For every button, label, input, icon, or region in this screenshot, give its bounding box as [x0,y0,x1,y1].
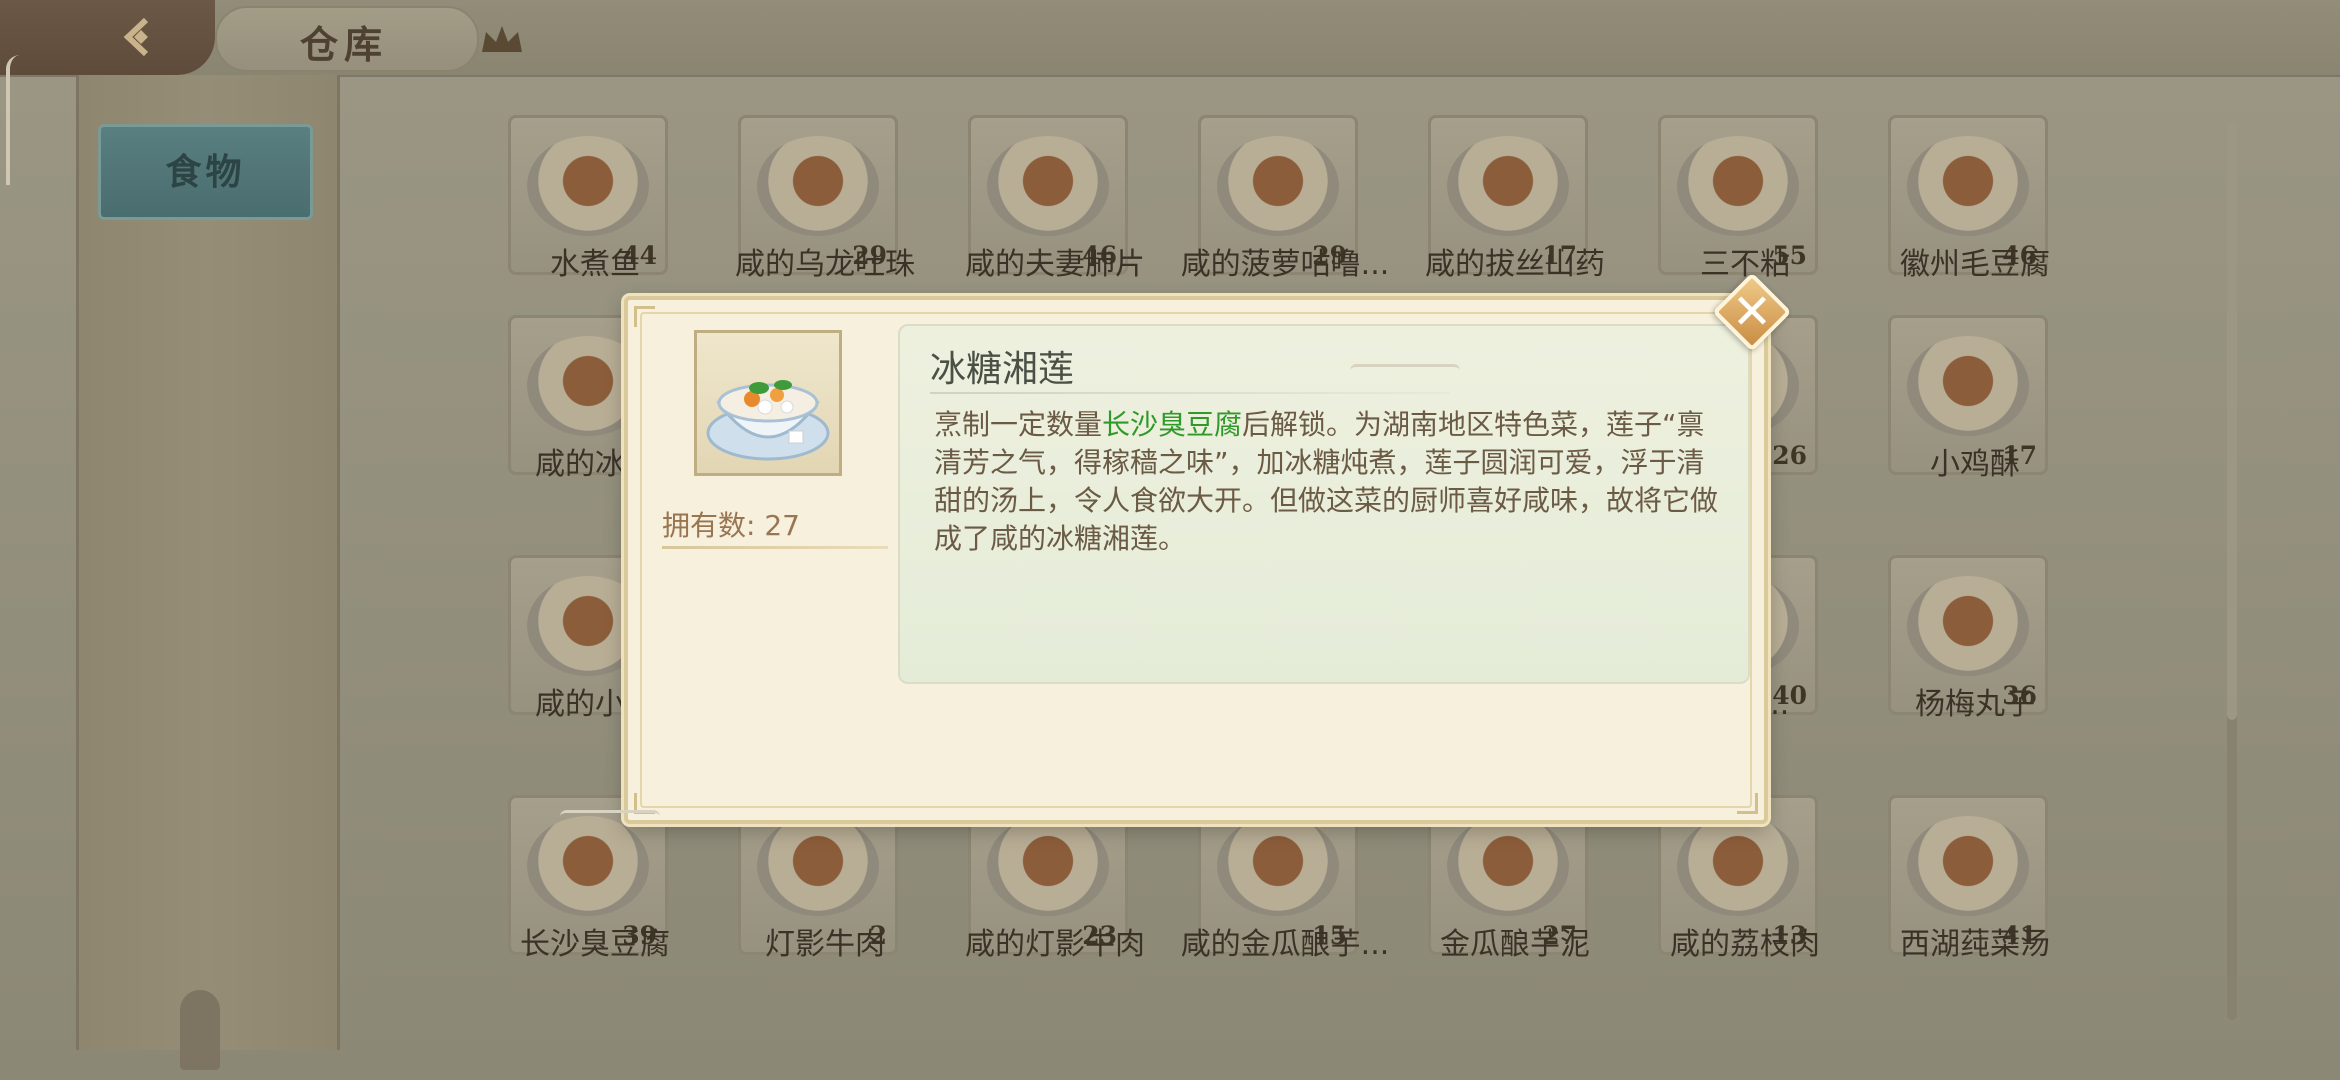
inventory-item[interactable]: 29 咸的菠萝咕噜... [1180,115,1390,305]
dish-image [1217,816,1339,916]
owned-count: 拥有数: 27 [662,504,800,544]
item-name: 咸的金瓜酿芋... [1180,927,1390,962]
item-name: 小鸡酥 [1930,447,2020,482]
dish-image [694,330,842,476]
dish-image [1447,136,1569,236]
category-sidebar [76,75,340,1050]
corner-ornament [634,306,655,327]
divider [662,546,888,549]
close-icon[interactable]: ✕ [1712,272,1792,352]
dish-image [987,136,1109,236]
dish-image [757,816,879,916]
dish-image [1677,136,1799,236]
item-name: 西湖莼菜汤 [1900,927,2050,962]
inventory-item[interactable]: 17 小鸡酥 [1870,315,2080,505]
tab-food[interactable]: 食物 [98,124,313,220]
hook-decoration [6,55,20,185]
item-name: 水煮鱼 [550,247,640,282]
dish-image [757,136,879,236]
desc-highlight: 长沙臭豆腐 [1102,408,1243,441]
item-name: 咸的灯影牛肉 [965,927,1145,962]
close-button[interactable]: ✕ [1712,272,1792,352]
cloud-decoration [1350,364,1460,377]
item-name: 咸的夫妻肺片 [965,247,1145,282]
item-name: 咸的拔丝山药 [1425,247,1605,282]
item-name: 金瓜酿芋泥 [1440,927,1590,962]
dish-image [1907,136,2029,236]
dish-detail-popup: 拥有数: 27 冰糖湘莲 烹制一定数量长沙臭豆腐后解锁。为湖南地区特色菜，莲子“… [624,296,1768,824]
item-name: 徽州毛豆腐 [1900,247,2050,282]
inventory-item[interactable]: 46 咸的夫妻肺片 [950,115,1160,305]
owned-value: 27 [764,509,800,542]
inventory-item[interactable]: 17 咸的拔丝山药 [1410,115,1620,305]
dish-image [527,136,649,236]
item-name: 咸的乌龙吐珠 [735,247,915,282]
item-name: 灯影牛肉 [765,927,885,962]
back-arrow-icon[interactable] [118,14,164,60]
crown-icon [478,20,526,58]
inventory-item[interactable]: 41 西湖莼菜汤 [1870,795,2080,985]
item-name: 长沙臭豆腐 [520,927,670,962]
dish-image [1677,816,1799,916]
page-title: 仓库 [300,22,389,67]
item-name: 杨梅丸子 [1915,687,2035,722]
dish-image [527,816,649,916]
item-name: 咸的菠萝咕噜... [1180,247,1390,282]
back-tab[interactable] [0,0,215,75]
inventory-item[interactable]: 36 杨梅丸子 [1870,555,2080,745]
dish-image [987,816,1109,916]
title-underline [930,392,1450,394]
item-name: 咸的荔枝肉 [1670,927,1820,962]
scrollbar-thumb[interactable] [2227,120,2237,720]
sidebar-ornament [180,990,220,1070]
dish-image [1907,576,2029,676]
dish-description: 烹制一定数量长沙臭豆腐后解锁。为湖南地区特色菜，莲子“禀清芳之气，得稼穑之味”，… [934,406,1724,558]
corner-ornament [1737,793,1758,814]
inventory-item[interactable]: 29 咸的乌龙吐珠 [720,115,930,305]
cloud-decoration [560,810,660,823]
dish-name: 冰糖湘莲 [930,349,1075,390]
owned-label: 拥有数: [662,509,756,542]
inventory-item[interactable]: 44 水煮鱼 [490,115,700,305]
desc-prefix: 烹制一定数量 [934,408,1103,441]
dish-image [1907,816,2029,916]
dish-image [1217,136,1339,236]
dish-image [1447,816,1569,916]
inventory-item[interactable]: 46 徽州毛豆腐 [1870,115,2080,305]
dish-image [1907,336,2029,436]
